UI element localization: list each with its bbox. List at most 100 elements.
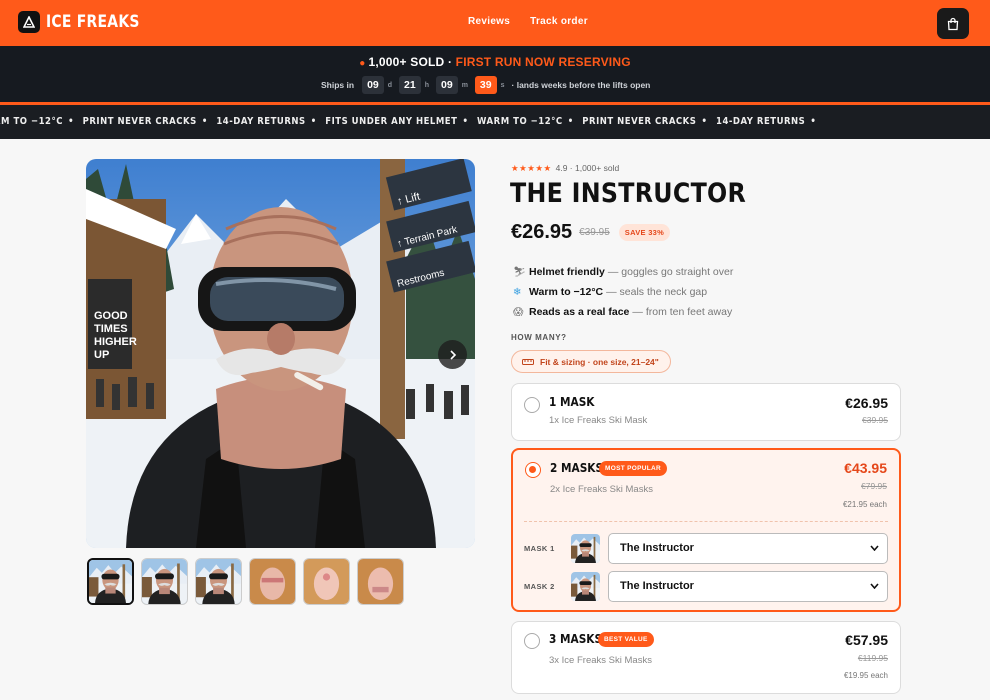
ticker-item: RM TO −12°C: [0, 116, 63, 127]
ships-label: Ships in: [321, 80, 355, 90]
feature-title: Helmet friendly: [529, 266, 605, 278]
bundle-desc: 3x Ice Freaks Ski Masks: [549, 655, 652, 666]
chevron-down-icon: [870, 583, 879, 589]
ticker-item: PRINT NEVER CRACKS: [582, 116, 697, 127]
top-nav: ICE FREAKS Reviews Track order: [0, 0, 990, 46]
thumbnail[interactable]: [303, 558, 350, 605]
logo-mark-icon: [18, 11, 40, 33]
countdown-hours: 21: [399, 76, 421, 94]
mask-select-value: The Instructor: [620, 542, 694, 554]
mask-selector-row: MASK 2 The Instructor: [524, 570, 888, 602]
countdown-hours-unit: h: [424, 81, 429, 89]
cart-button[interactable]: [937, 8, 969, 39]
option-divider: [524, 521, 888, 522]
product-main-image[interactable]: GOOD TIMES HIGHER UP ↑ Lift ↑ Terrain Pa…: [86, 159, 475, 548]
chevron-right-icon: [449, 349, 456, 360]
ticker-item: 14-DAY RETURNS: [716, 116, 806, 127]
feature-desc: — seals the neck gap: [606, 286, 708, 298]
bundle-price: €57.95: [845, 632, 888, 648]
promo-bar: ● 1,000+ SOLD · FIRST RUN NOW RESERVING S…: [0, 46, 990, 103]
skier-icon: ⛷: [513, 266, 526, 278]
feature-item: ❄ Warm to −12°C — seals the neck gap: [513, 282, 733, 302]
snowflake-icon: ❄: [513, 286, 522, 298]
bundle-per-unit-price: €21.95 each: [842, 500, 887, 509]
bundle-desc: 1x Ice Freaks Ski Mask: [549, 415, 648, 426]
countdown-minutes: 09: [436, 76, 458, 94]
feature-desc: — goggles go straight over: [607, 266, 734, 278]
mask-selector-row: MASK 1 The Instructor: [524, 532, 888, 564]
product-rating: ★★★★★ 4.9 · 1,000+ sold: [511, 163, 619, 174]
brand-name: ICE FREAKS: [46, 12, 140, 32]
ticker-item: PRINT NEVER CRACKS: [82, 116, 197, 127]
mask-label: MASK 1: [524, 543, 555, 553]
live-dot-icon: ●: [359, 58, 366, 69]
bundle-option-3[interactable]: 3 MASKS BEST VALUE 3x Ice Freaks Ski Mas…: [511, 621, 901, 694]
ticker-item: 14-DAY RETURNS: [216, 116, 306, 127]
radio-button-selected[interactable]: [525, 462, 541, 478]
thumbnail[interactable]: [195, 558, 242, 605]
feature-title: Warm to −12°C: [529, 286, 604, 298]
mask-thumbnail: [571, 571, 600, 601]
svg-text:HIGHER: HIGHER: [94, 336, 137, 348]
svg-text:GOOD: GOOD: [94, 310, 128, 322]
sold-count: 1,000+ SOLD ·: [368, 55, 456, 69]
bundle-desc: 2x Ice Freaks Ski Masks: [550, 484, 653, 495]
bundle-compare-price: €39.95: [862, 415, 888, 425]
ticker-item: FITS UNDER ANY HELMET: [325, 116, 458, 127]
thumbnail[interactable]: [141, 558, 188, 605]
ships-suffix: · lands weeks before the lifts open: [511, 80, 651, 90]
nav-link-reviews[interactable]: Reviews: [468, 16, 510, 27]
fit-sizing-button[interactable]: Fit & sizing · one size, 21–24": [511, 350, 671, 373]
compare-price: €39.95: [579, 227, 610, 238]
bundle-compare-price: €79.95: [861, 481, 887, 491]
quantity-heading: HOW MANY?: [511, 333, 567, 342]
bundle-name: 3 MASKS: [549, 632, 603, 646]
ticker-item: WARM TO −12°C: [477, 116, 563, 127]
ruler-icon: [522, 358, 534, 365]
svg-text:TIMES: TIMES: [94, 323, 128, 335]
thumbnail[interactable]: [357, 558, 404, 605]
mask-1-select[interactable]: The Instructor: [608, 532, 888, 564]
nav-link-track-order[interactable]: Track order: [530, 16, 588, 27]
product-title: THE INSTRUCTOR: [510, 178, 747, 209]
feature-list: ⛷ Helmet friendly — goggles go straight …: [513, 262, 733, 322]
countdown-seconds-unit: s: [500, 81, 505, 89]
next-image-button[interactable]: [438, 340, 467, 369]
countdown-minutes-unit: m: [461, 81, 468, 89]
mask-thumbnail: [571, 533, 600, 563]
most-popular-badge: MOST POPULAR: [599, 461, 667, 476]
thumbnail-strip: [87, 558, 404, 605]
current-price: €26.95: [511, 221, 573, 243]
mask-label: MASK 2: [524, 581, 555, 591]
svg-text:UP: UP: [94, 349, 109, 361]
bundle-name: 2 MASKS: [550, 461, 604, 475]
bundle-price: €26.95: [845, 395, 888, 411]
feature-title: Reads as a real face: [529, 306, 630, 318]
rating-text: 4.9 · 1,000+ sold: [555, 163, 620, 173]
chevron-down-icon: [870, 545, 879, 551]
bundle-option-2[interactable]: 2 MASKS MOST POPULAR 2x Ice Freaks Ski M…: [511, 448, 901, 612]
best-value-badge: BEST VALUE: [598, 632, 654, 647]
feature-desc: — from ten feet away: [632, 306, 733, 318]
bundle-option-1[interactable]: 1 MASK 1x Ice Freaks Ski Mask €26.95 €39…: [511, 383, 901, 441]
countdown-days: 09: [362, 76, 384, 94]
brand-logo[interactable]: ICE FREAKS: [18, 11, 160, 33]
save-badge: SAVE 33%: [618, 224, 671, 241]
mask-2-select[interactable]: The Instructor: [608, 570, 888, 602]
feature-item: ⛷ Helmet friendly — goggles go straight …: [513, 262, 733, 282]
countdown-seconds: 39: [474, 76, 497, 94]
bundle-price: €43.95: [844, 460, 887, 476]
sold-banner: ● 1,000+ SOLD · FIRST RUN NOW RESERVING: [0, 55, 990, 69]
price-row: €26.95 €39.95 SAVE 33%: [511, 221, 671, 244]
thumbnail[interactable]: [87, 558, 134, 605]
thumbnail[interactable]: [249, 558, 296, 605]
radio-button[interactable]: [524, 397, 540, 413]
countdown-days-unit: d: [387, 81, 393, 89]
bundle-per-unit-price: €19.95 each: [843, 671, 888, 680]
shocked-face-icon: 😱: [513, 306, 524, 318]
rating-stars-icon: ★★★★★: [511, 163, 552, 173]
fit-sizing-label: Fit & sizing · one size, 21–24": [540, 356, 659, 367]
bundle-name: 1 MASK: [549, 395, 595, 409]
radio-button[interactable]: [524, 633, 540, 649]
feature-item: 😱 Reads as a real face — from ten feet a…: [513, 302, 733, 322]
